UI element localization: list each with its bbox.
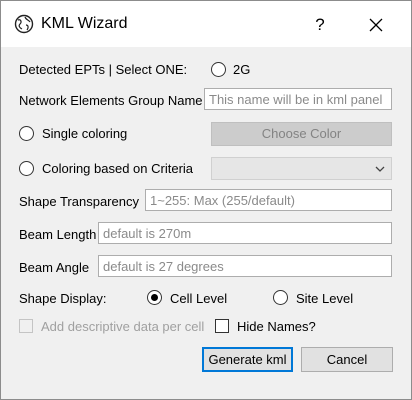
descriptive-data-label: Add descriptive data per cell [41, 319, 205, 334]
radio-2g[interactable] [211, 62, 226, 77]
radio-criteria-coloring[interactable] [19, 161, 34, 176]
criteria-coloring-label: Coloring based on Criteria [42, 161, 194, 176]
single-coloring-label: Single coloring [42, 126, 128, 141]
group-name-input[interactable] [204, 88, 392, 110]
help-button[interactable]: ? [297, 11, 343, 39]
shape-display-label: Shape Display: [19, 291, 107, 306]
descriptive-data-checkbox[interactable] [19, 319, 33, 333]
chevron-down-icon [375, 166, 385, 172]
beam-length-label: Beam Length [19, 227, 97, 242]
hide-names-checkbox[interactable] [215, 319, 229, 333]
group-name-label: Network Elements Group Name [19, 93, 203, 108]
detected-epts-label: Detected EPTs | Select ONE: [19, 62, 188, 77]
window-title: KML Wizard [41, 15, 128, 32]
radio-single-coloring[interactable] [19, 126, 34, 141]
hide-names-label: Hide Names? [237, 319, 316, 334]
criteria-select[interactable] [211, 157, 392, 180]
title-bar: KML Wizard ? [1, 1, 411, 47]
kml-wizard-dialog: KML Wizard ? Detected EPTs | Select ONE:… [0, 0, 412, 400]
radio-site-level[interactable] [273, 290, 288, 305]
beam-angle-label: Beam Angle [19, 260, 90, 275]
globe-icon [14, 14, 34, 34]
site-level-label: Site Level [296, 291, 354, 306]
generate-kml-button[interactable]: Generate kml [202, 347, 293, 372]
close-icon[interactable] [353, 11, 399, 39]
radio-cell-level[interactable] [147, 290, 162, 305]
transparency-input[interactable] [145, 189, 392, 211]
cell-level-label: Cell Level [170, 291, 228, 306]
beam-length-input[interactable] [98, 222, 392, 244]
beam-angle-input[interactable] [98, 255, 392, 277]
transparency-label: Shape Transparency [19, 194, 139, 209]
radio-2g-label: 2G [233, 62, 251, 77]
choose-color-button[interactable]: Choose Color [211, 122, 392, 146]
cancel-button[interactable]: Cancel [301, 347, 393, 372]
